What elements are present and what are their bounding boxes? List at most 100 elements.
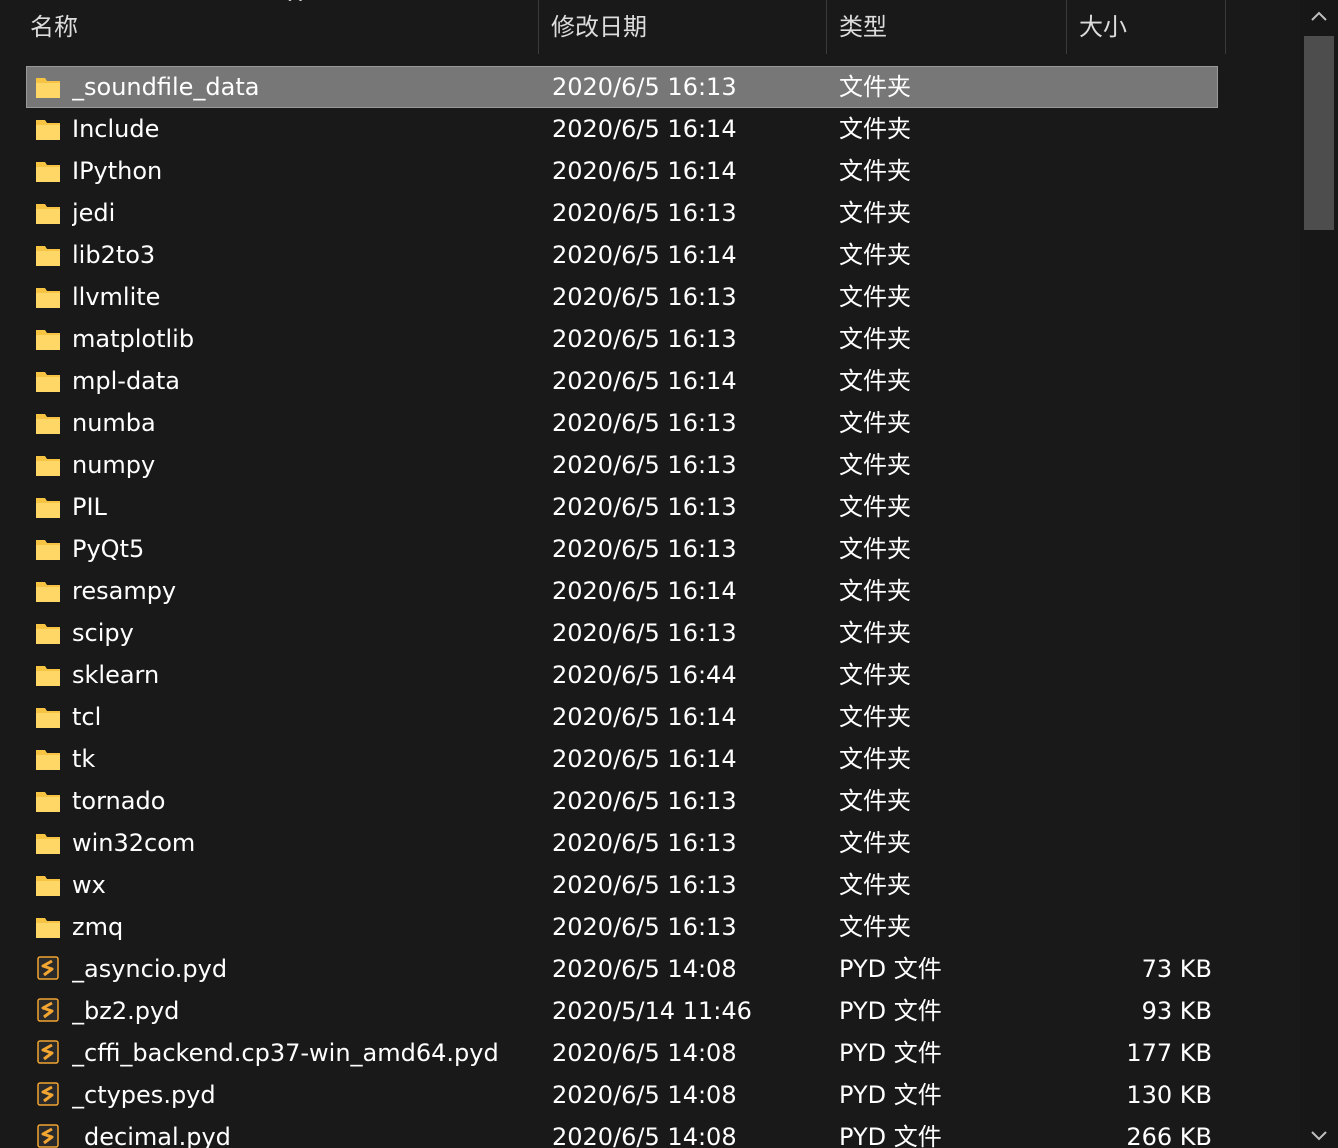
column-header-bar: 名称 ^ 修改日期 类型 大小 — [0, 0, 1300, 54]
row-icon-cell — [35, 738, 63, 780]
row-icon-cell — [35, 234, 63, 276]
file-list-row[interactable]: _ctypes.pyd 2020/6/5 14:08 PYD 文件 130 KB — [0, 1074, 1300, 1116]
row-type: PYD 文件 — [839, 997, 942, 1025]
row-name: lib2to3 — [72, 241, 156, 269]
row-modified-date: 2020/6/5 16:13 — [552, 325, 737, 353]
file-list-row[interactable]: wx 2020/6/5 16:13 文件夹 — [0, 864, 1300, 906]
file-list-row[interactable]: _asyncio.pyd 2020/6/5 14:08 PYD 文件 73 KB — [0, 948, 1300, 990]
row-name: resampy — [72, 577, 177, 605]
file-list-row[interactable]: tk 2020/6/5 16:14 文件夹 — [0, 738, 1300, 780]
row-size — [1070, 318, 1212, 360]
folder-icon — [36, 120, 60, 140]
column-header-type[interactable]: 类型 — [827, 0, 1066, 54]
column-header-modified[interactable]: 修改日期 — [539, 0, 826, 54]
row-size — [1070, 108, 1212, 150]
file-list-row[interactable]: sklearn 2020/6/5 16:44 文件夹 — [0, 654, 1300, 696]
file-list-row[interactable]: llvmlite 2020/6/5 16:13 文件夹 — [0, 276, 1300, 318]
row-modified-date: 2020/6/5 16:13 — [552, 199, 737, 227]
column-header-size[interactable]: 大小 — [1067, 0, 1225, 54]
scrollbar-thumb[interactable] — [1304, 36, 1334, 230]
row-icon-cell — [35, 360, 63, 402]
row-icon-cell — [35, 948, 63, 990]
row-icon-cell — [35, 444, 63, 486]
row-name: PyQt5 — [72, 535, 145, 563]
file-list-row[interactable]: matplotlib 2020/6/5 16:13 文件夹 — [0, 318, 1300, 360]
row-icon-cell — [35, 1032, 63, 1074]
row-size — [1070, 654, 1212, 696]
row-icon-cell — [35, 612, 63, 654]
file-list-row[interactable]: PyQt5 2020/6/5 16:13 文件夹 — [0, 528, 1300, 570]
row-name: llvmlite — [72, 283, 161, 311]
file-list-row[interactable]: _cffi_backend.cp37-win_amd64.pyd 2020/6/5… — [0, 1032, 1300, 1074]
row-type: 文件夹 — [839, 871, 911, 899]
row-modified-date: 2020/6/5 16:13 — [552, 493, 737, 521]
row-icon-cell — [35, 990, 63, 1032]
folder-icon — [36, 456, 60, 476]
row-size — [1070, 486, 1212, 528]
file-list-row[interactable]: lib2to3 2020/6/5 16:14 文件夹 — [0, 234, 1300, 276]
row-name: _bz2.pyd — [72, 997, 180, 1025]
file-list-row[interactable]: _bz2.pyd 2020/5/14 11:46 PYD 文件 93 KB — [0, 990, 1300, 1032]
file-list-row[interactable]: _decimal.pyd 2020/6/5 14:08 PYD 文件 266 KB — [0, 1116, 1300, 1148]
row-icon-cell — [35, 486, 63, 528]
row-name: scipy — [72, 619, 134, 647]
row-name: IPython — [72, 157, 163, 185]
folder-icon — [36, 372, 60, 392]
scroll-down-arrow-icon[interactable] — [1308, 1126, 1330, 1148]
row-type: 文件夹 — [839, 73, 911, 101]
row-type: PYD 文件 — [839, 1123, 942, 1148]
row-name: _soundfile_data — [72, 73, 260, 101]
column-header-type-label: 类型 — [839, 13, 887, 41]
row-icon-cell — [35, 864, 63, 906]
row-modified-date: 2020/6/5 16:14 — [552, 703, 737, 731]
file-list-row[interactable]: numba 2020/6/5 16:13 文件夹 — [0, 402, 1300, 444]
row-name: matplotlib — [72, 325, 195, 353]
folder-icon — [36, 414, 60, 434]
file-list-row[interactable]: win32com 2020/6/5 16:13 文件夹 — [0, 822, 1300, 864]
file-list-row[interactable]: PIL 2020/6/5 16:13 文件夹 — [0, 486, 1300, 528]
row-modified-date: 2020/6/5 16:14 — [552, 241, 737, 269]
folder-icon — [36, 666, 60, 686]
row-type: 文件夹 — [839, 325, 911, 353]
pyd-file-icon — [37, 1082, 59, 1106]
row-modified-date: 2020/6/5 16:14 — [552, 115, 737, 143]
file-list-row[interactable]: tcl 2020/6/5 16:14 文件夹 — [0, 696, 1300, 738]
row-name: Include — [72, 115, 160, 143]
row-icon-cell — [35, 402, 63, 444]
row-type: 文件夹 — [839, 787, 911, 815]
row-icon-cell — [35, 528, 63, 570]
row-size — [1070, 780, 1212, 822]
column-header-name[interactable]: 名称 ^ — [18, 0, 538, 54]
folder-icon — [36, 498, 60, 518]
row-size — [1070, 402, 1212, 444]
row-size — [1070, 528, 1212, 570]
row-type: 文件夹 — [839, 829, 911, 857]
scroll-up-arrow-icon[interactable] — [1308, 6, 1330, 28]
file-list-row[interactable]: tornado 2020/6/5 16:13 文件夹 — [0, 780, 1300, 822]
file-list-row[interactable]: IPython 2020/6/5 16:14 文件夹 — [0, 150, 1300, 192]
row-type: 文件夹 — [839, 451, 911, 479]
row-size — [1070, 360, 1212, 402]
file-list-row[interactable]: jedi 2020/6/5 16:13 文件夹 — [0, 192, 1300, 234]
vertical-scrollbar[interactable] — [1300, 0, 1338, 1148]
file-list-row[interactable]: numpy 2020/6/5 16:13 文件夹 — [0, 444, 1300, 486]
folder-icon — [36, 246, 60, 266]
row-size — [1070, 738, 1212, 780]
row-name: mpl-data — [72, 367, 180, 395]
column-header-size-label: 大小 — [1079, 13, 1127, 41]
row-type: 文件夹 — [839, 493, 911, 521]
row-name: numpy — [72, 451, 156, 479]
folder-icon — [36, 750, 60, 770]
row-modified-date: 2020/6/5 16:13 — [552, 283, 737, 311]
file-list-row[interactable]: _soundfile_data 2020/6/5 16:13 文件夹 — [0, 66, 1300, 108]
file-list-row[interactable]: scipy 2020/6/5 16:13 文件夹 — [0, 612, 1300, 654]
file-list-row[interactable]: resampy 2020/6/5 16:14 文件夹 — [0, 570, 1300, 612]
pyd-file-icon — [37, 998, 59, 1022]
column-divider[interactable] — [1225, 0, 1226, 54]
file-list-row[interactable]: zmq 2020/6/5 16:13 文件夹 — [0, 906, 1300, 948]
row-name: _decimal.pyd — [72, 1123, 231, 1148]
file-list-row[interactable]: Include 2020/6/5 16:14 文件夹 — [0, 108, 1300, 150]
file-list-row[interactable]: mpl-data 2020/6/5 16:14 文件夹 — [0, 360, 1300, 402]
row-size — [1070, 864, 1212, 906]
pyd-file-icon — [37, 1124, 59, 1148]
